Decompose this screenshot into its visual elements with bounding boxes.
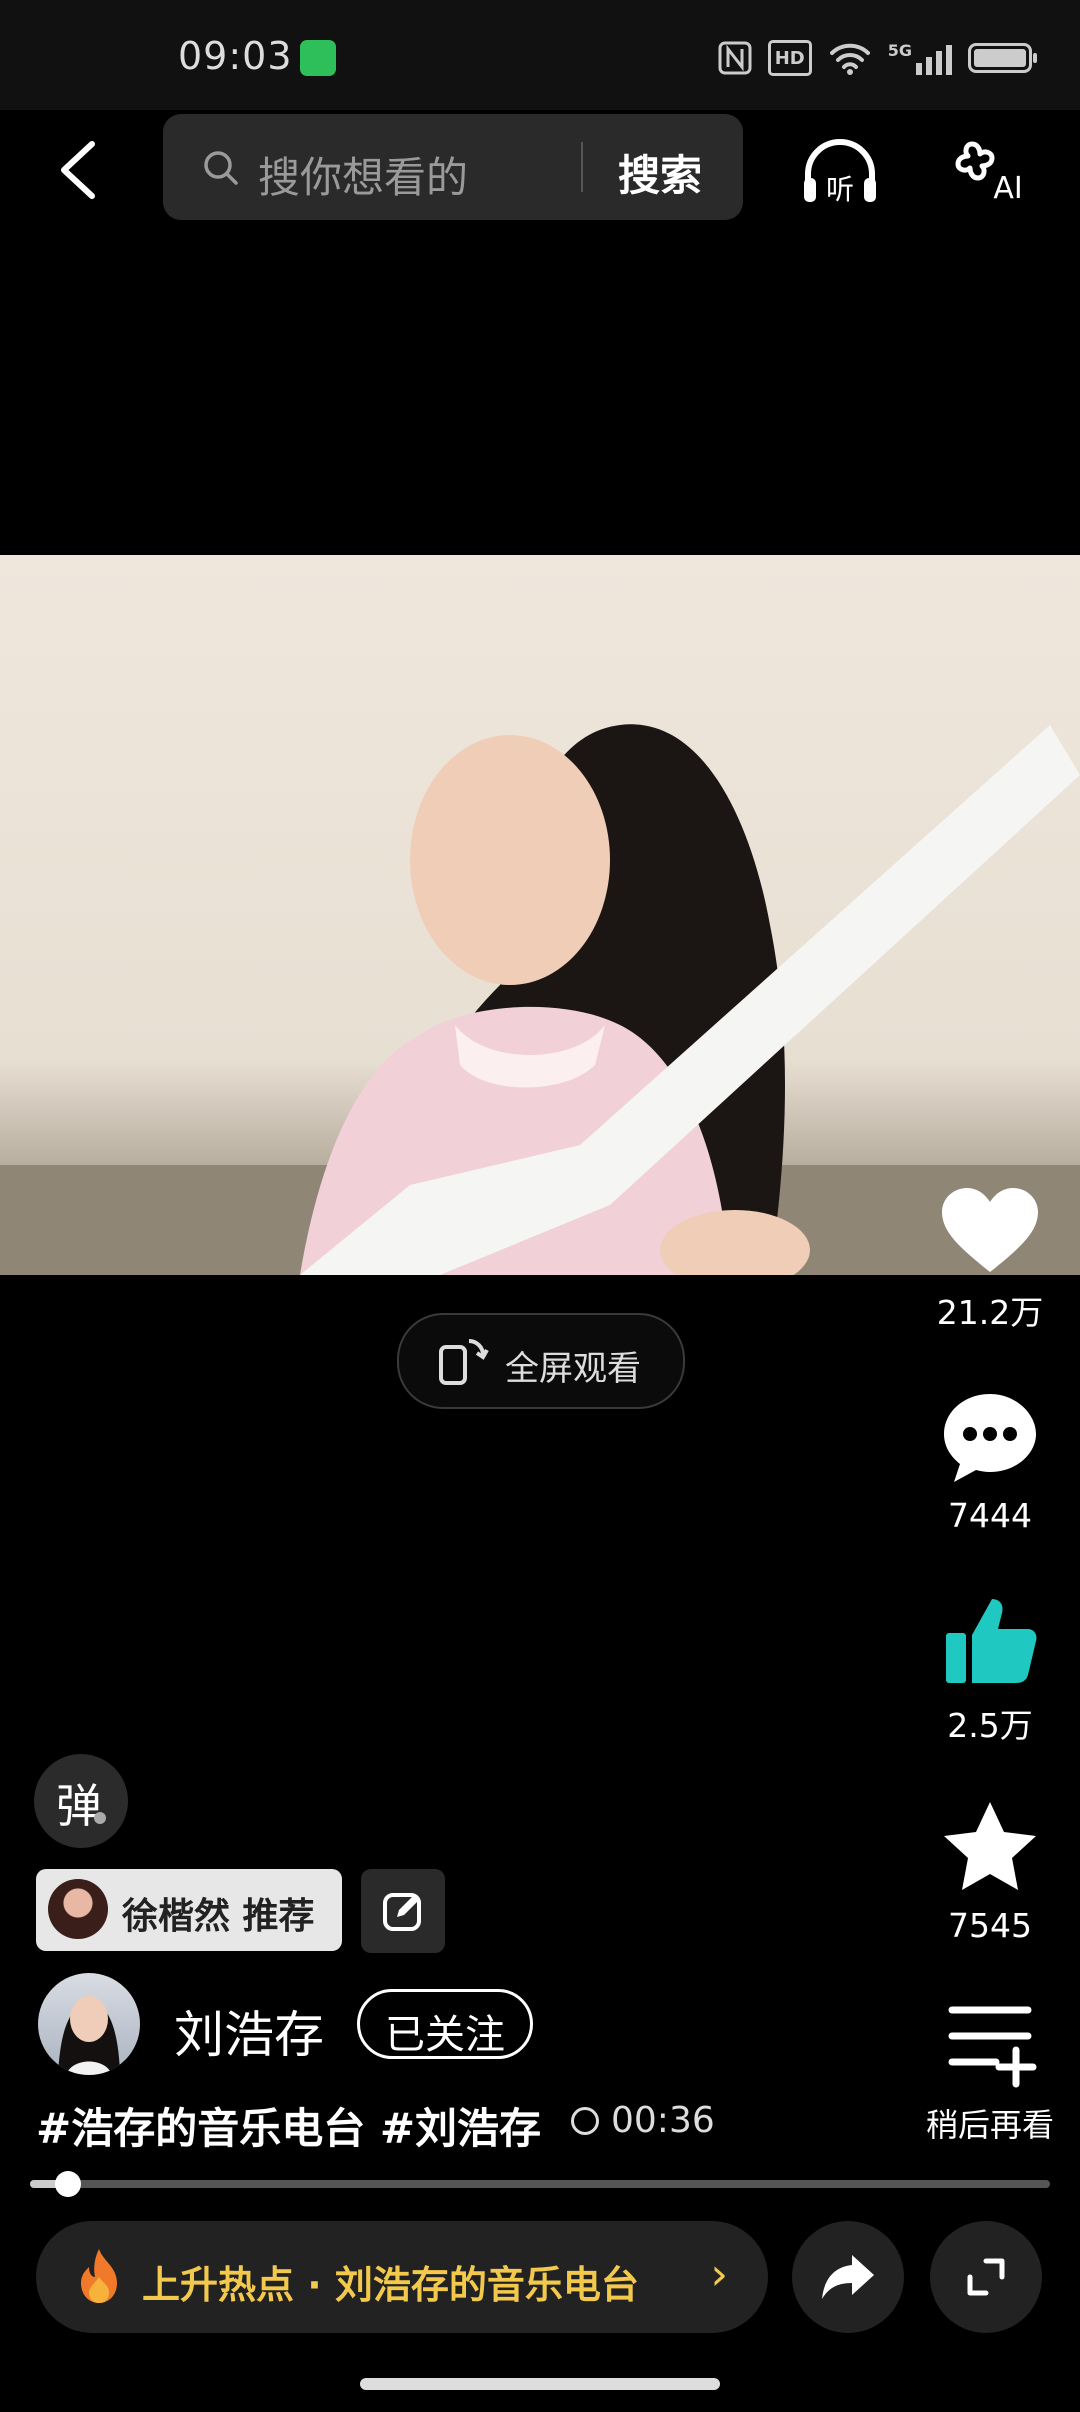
video-frame-image: [0, 724, 1080, 1275]
rotate-screen-icon: [439, 1339, 489, 1385]
wifi-icon: [829, 43, 870, 75]
fire-icon: [81, 2249, 117, 2303]
author-name[interactable]: 刘浩存: [174, 1995, 324, 2067]
danmu-toggle[interactable]: 弹: [34, 1754, 128, 1848]
headphones-icon: 听: [804, 139, 876, 206]
clock-icon: [571, 2107, 599, 2135]
avatar-image: [58, 1996, 120, 2075]
hd-icon: HD: [767, 40, 812, 76]
search-bar[interactable]: 搜你想看的 搜索: [163, 114, 743, 220]
ai-flower-icon: AI: [955, 141, 1023, 206]
search-button[interactable]: 搜索: [618, 142, 702, 203]
search-icon: [204, 151, 238, 185]
like-button[interactable]: 21.2万: [920, 1186, 1060, 1334]
network-type: 5G: [887, 41, 912, 60]
thumb-up-icon: [946, 1599, 1037, 1683]
fullscreen-button[interactable]: 全屏观看: [397, 1313, 685, 1409]
heart-icon: [942, 1188, 1038, 1272]
video-player[interactable]: [0, 555, 1080, 1275]
hot-topic-bar[interactable]: 上升热点 · 刘浩存的音乐电台 ›: [36, 2221, 768, 2333]
comment-button[interactable]: 7444: [920, 1390, 1060, 1535]
edit-button[interactable]: [361, 1869, 445, 1953]
expand-button[interactable]: [930, 2221, 1042, 2333]
status-icons: HD 5G: [718, 36, 1037, 80]
like-count: 21.2万: [936, 1293, 1044, 1332]
star-icon: [944, 1802, 1036, 1890]
hot-topic-text: 上升热点 · 刘浩存的音乐电台: [142, 2263, 639, 2307]
expand-icon: [967, 2258, 1005, 2296]
ai-button[interactable]: AI: [950, 136, 1030, 206]
recommender-text: 徐楷然 推荐: [122, 1896, 315, 1937]
share-arrow-icon: [822, 2255, 874, 2299]
listen-button[interactable]: 听: [800, 136, 880, 206]
add-to-list-icon: [948, 2006, 1037, 2088]
favorite-button[interactable]: 7545: [920, 1800, 1060, 1945]
follow-button[interactable]: 已关注: [357, 1989, 533, 2059]
watch-later-button[interactable]: 稍后再看: [912, 2000, 1068, 2146]
listen-label: 听: [826, 173, 854, 206]
fullscreen-label: 全屏观看: [505, 1349, 641, 1389]
recommender-chip[interactable]: 徐楷然 推荐: [36, 1869, 342, 1951]
progress-knob[interactable]: [54, 2171, 81, 2197]
search-input[interactable]: 搜你想看的: [258, 144, 468, 205]
video-duration: 00:36: [611, 2100, 715, 2141]
charging-icon: [300, 40, 336, 76]
favorite-count: 7545: [948, 1906, 1032, 1945]
danmu-dot-icon: [94, 1812, 106, 1824]
video-tags[interactable]: #浩存的音乐电台 #刘浩存: [36, 2095, 541, 2156]
back-icon[interactable]: [56, 138, 100, 202]
comment-icon: [944, 1394, 1036, 1482]
recommender-avatar: [48, 1879, 108, 1939]
status-bar: 09:03 HD 5G: [0, 0, 1080, 110]
comment-count: 7444: [948, 1496, 1032, 1535]
signal-icon: 5G: [888, 41, 952, 75]
home-indicator[interactable]: [360, 2378, 720, 2390]
watch-later-label: 稍后再看: [925, 2106, 1054, 2144]
share-button[interactable]: [792, 2221, 904, 2333]
status-time: 09:03: [178, 34, 293, 78]
author-avatar[interactable]: [38, 1973, 140, 2075]
thumb-up-button[interactable]: 2.5万: [920, 1593, 1060, 1747]
thumb-up-count: 2.5万: [947, 1706, 1033, 1745]
battery-icon: [968, 43, 1037, 73]
danmu-label: 弹: [56, 1779, 102, 1833]
edit-icon: [383, 1893, 421, 1931]
chevron-right-icon: ›: [710, 2249, 728, 2300]
search-divider: [581, 142, 583, 192]
follow-label: 已关注: [385, 2012, 505, 2058]
nfc-icon: [718, 41, 752, 75]
progress-bar[interactable]: [30, 2171, 1050, 2197]
ai-label: AI: [993, 171, 1022, 206]
